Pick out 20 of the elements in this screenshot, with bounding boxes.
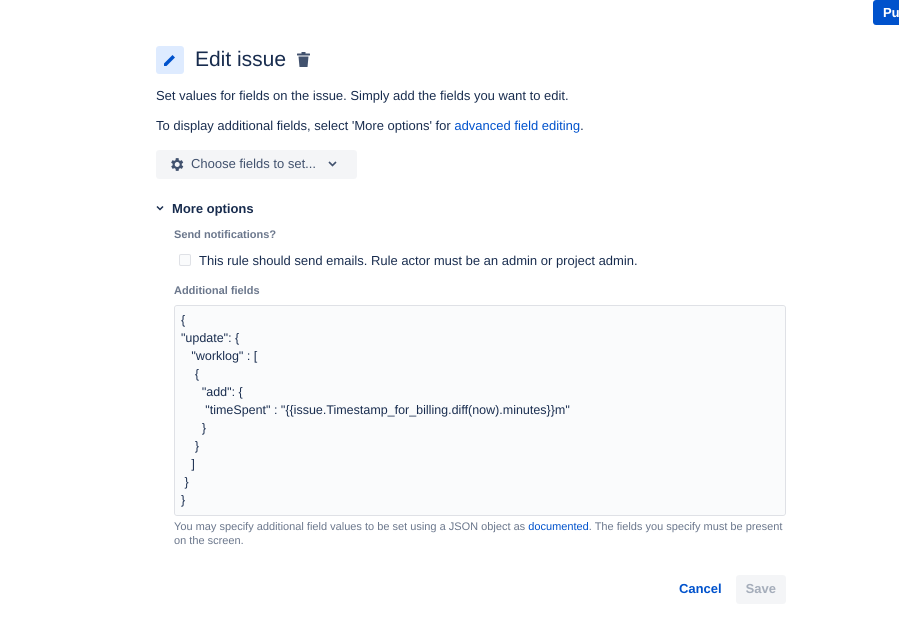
publish-button[interactable]: Pu bbox=[873, 0, 899, 25]
notifications-label: Send notifications? bbox=[174, 228, 278, 243]
chevron-icon bbox=[156, 204, 164, 212]
window-title: Edit issue bbox=[195, 47, 286, 73]
advanced-field-editing-link[interactable]: advanced field editing bbox=[454, 118, 580, 133]
choose-fields-button[interactable]: Choose fields to set... bbox=[156, 150, 357, 178]
advanced-note-text: To display additional fields, select 'More options' for advanced field editing. bbox=[156, 117, 585, 135]
json-text-area[interactable]: { "update": { "worklog" : [ { "add": { "timeSpent" : "{{issue.Timestamp_for_billing.diff(now).minutes}}m" } } ] } } bbox=[174, 304, 786, 516]
checkbox-label: This rule should send emails. Rule actor must be an admin or project admin. bbox=[199, 252, 638, 270]
help-text: You may specify additional field values to be set using a JSON object as documented. The fields you specify must be present on the screen. bbox=[174, 520, 784, 548]
documented-link[interactable]: documented bbox=[528, 520, 589, 532]
cancel-button[interactable]: Cancel bbox=[668, 574, 732, 604]
gear-icon bbox=[168, 156, 185, 172]
chevron-down-icon bbox=[328, 161, 338, 167]
additional-fields-label: Additional fields bbox=[174, 284, 261, 299]
pencil-icon bbox=[156, 46, 184, 74]
checkbox[interactable] bbox=[179, 254, 191, 266]
description-text: Set values for fields on the issue. Simply add the fields you want to edit. bbox=[156, 86, 570, 105]
trash-icon[interactable] bbox=[297, 52, 310, 68]
more-options-toggle[interactable]: More options bbox=[156, 198, 254, 218]
